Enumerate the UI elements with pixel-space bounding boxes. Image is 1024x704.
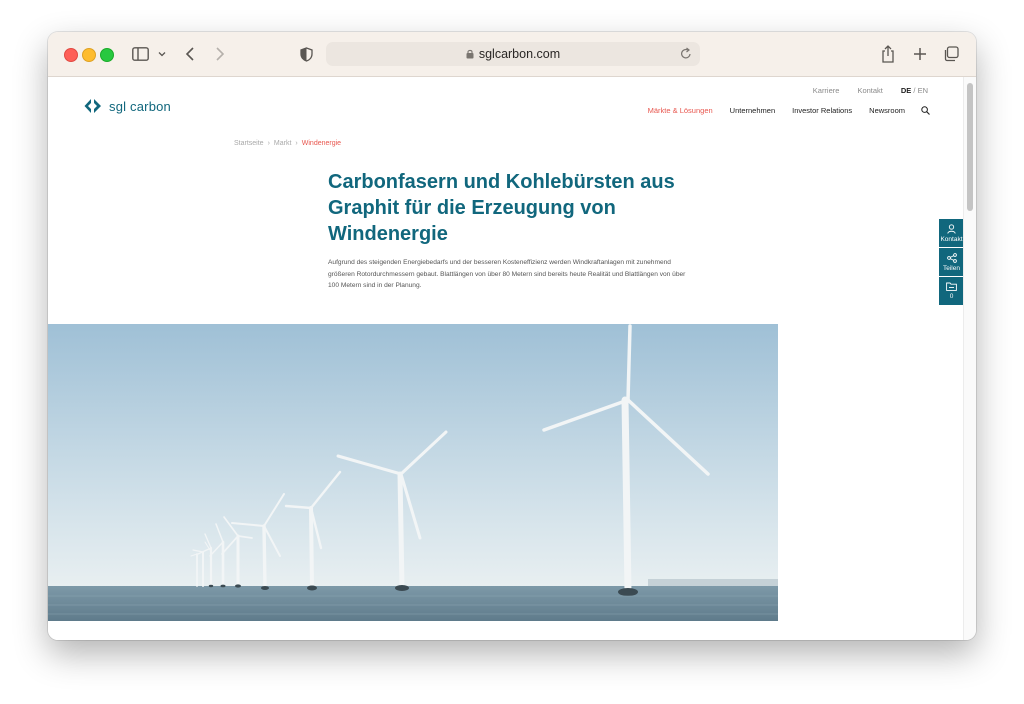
logo-text: sgl carbon bbox=[109, 98, 171, 114]
logo-mark-icon bbox=[84, 99, 101, 113]
teilen-tool-button[interactable]: Teilen bbox=[939, 248, 964, 276]
close-window-button[interactable] bbox=[64, 48, 78, 62]
url-text: sglcarbon.com bbox=[478, 47, 561, 61]
breadcrumb-windenergie: Windenergie bbox=[301, 140, 342, 147]
folder-tool-button[interactable]: 0 bbox=[939, 277, 964, 305]
search-icon[interactable] bbox=[921, 106, 930, 115]
karriere-link[interactable]: Karriere bbox=[813, 86, 840, 95]
wind-turbines-image bbox=[48, 324, 778, 621]
intro-text: Aufgrund des steigenden Energiebedarfs u… bbox=[328, 259, 686, 289]
side-toolbar: Kontakt Teilen 0 bbox=[939, 219, 964, 306]
lang-de-link[interactable]: DE bbox=[901, 86, 911, 95]
new-tab-icon[interactable] bbox=[912, 44, 928, 64]
page-title: Carbonfasern und Kohlebürsten aus Graphi… bbox=[328, 171, 675, 245]
nav-item-maerkte[interactable]: Märkte & Lösungen bbox=[648, 106, 713, 115]
address-bar[interactable]: sglcarbon.com bbox=[326, 42, 700, 66]
folder-icon bbox=[946, 282, 957, 291]
sidebar-toggle-icon[interactable] bbox=[130, 44, 150, 64]
lock-icon bbox=[466, 49, 474, 59]
sgl-carbon-logo[interactable]: sgl carbon bbox=[83, 98, 171, 114]
minimize-window-button[interactable] bbox=[82, 48, 96, 62]
browser-window: sglcarbon.com sgl carbon Karriere Kontak… bbox=[48, 32, 976, 640]
nav-item-newsroom[interactable]: Newsroom bbox=[869, 106, 905, 115]
language-switch: DE / EN bbox=[901, 86, 928, 95]
forward-icon[interactable] bbox=[212, 44, 228, 64]
shield-icon[interactable] bbox=[298, 44, 314, 64]
top-utility-nav: Karriere Kontakt DE / EN bbox=[795, 86, 928, 95]
main-nav: Märkte & Lösungen Unternehmen Investor R… bbox=[631, 106, 930, 115]
breadcrumb-startseite[interactable]: Startseite bbox=[234, 140, 264, 147]
nav-item-investor-relations[interactable]: Investor Relations bbox=[792, 106, 852, 115]
kontakt-tool-label: Kontakt bbox=[940, 235, 963, 243]
reload-icon[interactable] bbox=[680, 47, 692, 63]
scrollbar-thumb[interactable] bbox=[967, 83, 973, 211]
share-icon[interactable] bbox=[880, 44, 896, 64]
breadcrumb-separator: › bbox=[295, 140, 298, 147]
back-icon[interactable] bbox=[182, 44, 198, 64]
web-page: sgl carbon Karriere Kontakt DE / EN Märk… bbox=[48, 77, 964, 640]
folder-count: 0 bbox=[949, 293, 954, 300]
nav-item-unternehmen[interactable]: Unternehmen bbox=[730, 106, 775, 115]
share-nodes-icon bbox=[946, 252, 957, 263]
breadcrumb-markt[interactable]: Markt bbox=[274, 140, 292, 147]
breadcrumb-separator: › bbox=[267, 140, 270, 147]
lang-en-link[interactable]: EN bbox=[918, 86, 928, 95]
browser-toolbar: sglcarbon.com bbox=[48, 32, 976, 77]
kontakt-link[interactable]: Kontakt bbox=[857, 86, 882, 95]
chevron-down-icon[interactable] bbox=[156, 44, 168, 64]
kontakt-tool-button[interactable]: Kontakt bbox=[939, 219, 964, 247]
zoom-window-button[interactable] bbox=[100, 48, 114, 62]
tabs-icon[interactable] bbox=[942, 44, 960, 64]
teilen-tool-label: Teilen bbox=[943, 264, 960, 272]
page-scrollbar[interactable] bbox=[963, 77, 976, 640]
user-icon bbox=[947, 223, 956, 234]
breadcrumb: Startseite › Markt › Windenergie bbox=[234, 140, 341, 147]
